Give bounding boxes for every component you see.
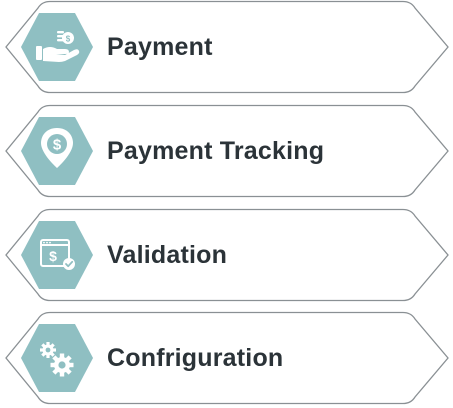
- svg-text:$: $: [66, 35, 71, 44]
- menu-item-label: Payment Tracking: [107, 137, 325, 165]
- menu-item-label: Validation: [107, 241, 228, 269]
- menu-item-configuration[interactable]: Confriguration: [3, 311, 451, 405]
- menu-item-payment[interactable]: $ Payment: [3, 0, 451, 94]
- menu-item-label: Confriguration: [107, 344, 284, 372]
- invoice-dollar-check-icon: $: [21, 221, 93, 289]
- menu-item-label: Payment: [107, 33, 213, 61]
- dollar-location-pin-icon: $: [21, 117, 93, 185]
- hand-holding-coins-icon: $: [21, 13, 93, 81]
- menu-list: $ Payment $ Payment Tracking $ Validatio…: [0, 0, 453, 408]
- svg-text:$: $: [53, 137, 62, 154]
- svg-text:$: $: [49, 248, 57, 264]
- menu-item-payment-tracking[interactable]: $ Payment Tracking: [3, 104, 451, 198]
- gears-icon: [21, 324, 93, 392]
- menu-item-validation[interactable]: $ Validation: [3, 208, 451, 302]
